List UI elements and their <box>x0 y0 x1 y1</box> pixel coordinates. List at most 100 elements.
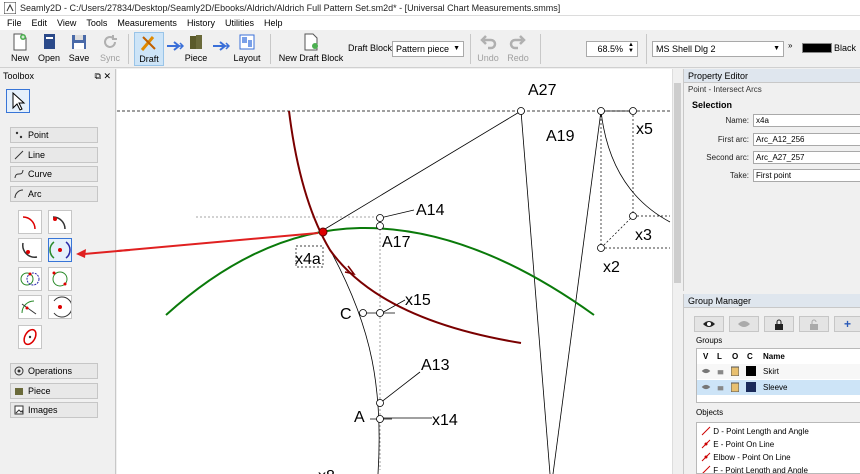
label-a[interactable]: A <box>354 409 365 426</box>
unlock-icon[interactable] <box>717 382 724 391</box>
images-section-button[interactable]: Images <box>10 402 98 418</box>
menu-file[interactable]: File <box>2 18 27 28</box>
sync-icon <box>104 35 117 48</box>
app-icon <box>4 1 16 14</box>
list-item[interactable]: E - Point On Line <box>701 439 774 449</box>
group-color-swatch[interactable] <box>746 382 756 392</box>
pointer-tool-button[interactable] <box>6 89 30 113</box>
lock-all-groups-button[interactable] <box>764 316 794 332</box>
menu-view[interactable]: View <box>52 18 81 28</box>
piece-mode-button[interactable]: Piece <box>184 32 208 66</box>
menu-utilities[interactable]: Utilities <box>220 18 259 28</box>
curve-section-button[interactable]: Curve <box>10 166 98 182</box>
unlock-icon[interactable] <box>717 366 724 375</box>
selection-heading: Selection <box>692 100 733 110</box>
scrollbar-thumb[interactable] <box>674 83 681 283</box>
arc-section-button[interactable]: Arc <box>10 186 98 202</box>
arc-tool-button[interactable] <box>18 210 42 234</box>
intersect-arcs-button[interactable] <box>48 238 72 262</box>
layout-mode-button[interactable]: Layout <box>232 32 262 66</box>
label-x4a[interactable]: x4a <box>295 251 321 268</box>
label-x3[interactable]: x3 <box>635 227 652 244</box>
label-a17[interactable]: A17 <box>382 234 411 251</box>
zoom-spinbox[interactable]: 68.5% ▲ ▼ <box>586 41 638 57</box>
label-x5[interactable]: x5 <box>636 121 653 138</box>
group-color-swatch[interactable] <box>746 366 756 376</box>
menu-tools[interactable]: Tools <box>81 18 112 28</box>
new-button[interactable]: New <box>8 32 32 66</box>
menu-help[interactable]: Help <box>259 18 288 28</box>
take-select[interactable]: First point <box>753 169 860 182</box>
draft-mode-button[interactable]: Draft <box>134 32 164 66</box>
undo-button[interactable]: Undo <box>476 32 500 66</box>
label-x8[interactable]: x8 <box>318 468 335 474</box>
point-x4a-selected[interactable] <box>318 227 328 237</box>
sync-button[interactable]: Sync <box>96 32 124 66</box>
unlock-all-groups-button[interactable] <box>799 316 829 332</box>
first-arc-select[interactable]: Arc_A12_256 <box>753 133 860 146</box>
color-swatch-fill <box>803 44 831 52</box>
label-a27[interactable]: A27 <box>528 82 557 99</box>
draft-block-label: Draft Block: <box>348 43 395 53</box>
cursor-icon <box>12 91 26 111</box>
clipboard-icon[interactable] <box>731 382 739 392</box>
menu-measurements[interactable]: Measurements <box>112 18 182 28</box>
line-section-button[interactable]: Line <box>10 147 98 163</box>
float-close-icons[interactable]: ⧉ ✕ <box>95 71 111 82</box>
lock-icon <box>775 319 783 330</box>
eye-icon <box>703 321 715 327</box>
draft-block-select[interactable]: Pattern piece ▼ <box>392 41 464 57</box>
eye-icon[interactable] <box>701 383 711 391</box>
label-a14[interactable]: A14 <box>416 202 445 219</box>
new-draft-block-button[interactable]: New Draft Block <box>276 32 346 66</box>
arc-radius-icon <box>53 296 73 318</box>
menu-history[interactable]: History <box>182 18 220 28</box>
drawing-canvas[interactable]: A27 A19 x5 A14 A17 x4a x3 x2 C x15 A13 A… <box>117 69 681 474</box>
point-along-arc-button[interactable] <box>18 238 42 262</box>
redo-button[interactable]: Redo <box>506 32 530 66</box>
circle-tangent-button[interactable] <box>48 267 72 291</box>
open-button[interactable]: Open <box>36 32 62 66</box>
group-row-skirt[interactable]: Skirt <box>697 364 860 379</box>
label-x15[interactable]: x15 <box>405 292 431 309</box>
toolbox-header: Toolbox ⧉ ✕ <box>3 70 111 82</box>
name-field[interactable]: x4a <box>753 114 860 127</box>
elliptical-arc-button[interactable] <box>18 325 42 349</box>
group-row-sleeve[interactable]: Sleeve <box>697 380 860 395</box>
label-a19[interactable]: A19 <box>546 128 575 145</box>
line-x2-x3 <box>600 215 634 249</box>
list-item[interactable]: D - Point Length and Angle <box>701 426 809 436</box>
arc-tangent-button[interactable] <box>18 295 42 319</box>
point-section-button[interactable]: Point <box>10 127 98 143</box>
eye-icon[interactable] <box>701 367 711 375</box>
pattern-drawing[interactable]: A27 A19 x5 A14 A17 x4a x3 x2 C x15 A13 A… <box>117 69 681 474</box>
font-select[interactable]: MS Shell Dlg 2 ▼ <box>652 41 784 57</box>
label-x14[interactable]: x14 <box>432 412 458 429</box>
toolbar-overflow-icon[interactable]: » <box>788 41 792 50</box>
menu-edit[interactable]: Edit <box>27 18 53 28</box>
arc-length-icon <box>52 216 66 230</box>
menu-bar: File Edit View Tools Measurements Histor… <box>0 16 860 30</box>
arc-icon <box>14 189 24 199</box>
add-group-button[interactable]: + <box>834 316 860 332</box>
color-swatch[interactable] <box>802 43 832 53</box>
show-all-groups-button[interactable] <box>694 316 724 332</box>
intersect-circles-button[interactable] <box>18 267 42 291</box>
save-button[interactable]: Save <box>66 32 92 66</box>
intersect-arcs-icon <box>49 241 71 259</box>
draft-icon <box>140 36 156 51</box>
label-c[interactable]: C <box>340 306 352 323</box>
arc-radius-button[interactable] <box>48 295 73 319</box>
label-x2[interactable]: x2 <box>603 259 620 276</box>
second-arc-select[interactable]: Arc_A27_257 <box>753 151 860 164</box>
arc-length-tool-button[interactable] <box>48 210 72 234</box>
label-a13[interactable]: A13 <box>421 357 450 374</box>
hide-all-groups-button[interactable] <box>729 316 759 332</box>
piece-section-button[interactable]: Piece <box>10 383 98 399</box>
clipboard-icon[interactable] <box>731 366 739 376</box>
list-item[interactable]: F - Point Length and Angle <box>701 465 808 473</box>
operations-section-button[interactable]: Operations <box>10 363 98 379</box>
vertical-scrollbar[interactable] <box>672 69 682 474</box>
list-item[interactable]: Elbow - Point On Line <box>701 452 791 462</box>
property-first-arc-row: First arc: Arc_A12_256 <box>684 133 860 147</box>
